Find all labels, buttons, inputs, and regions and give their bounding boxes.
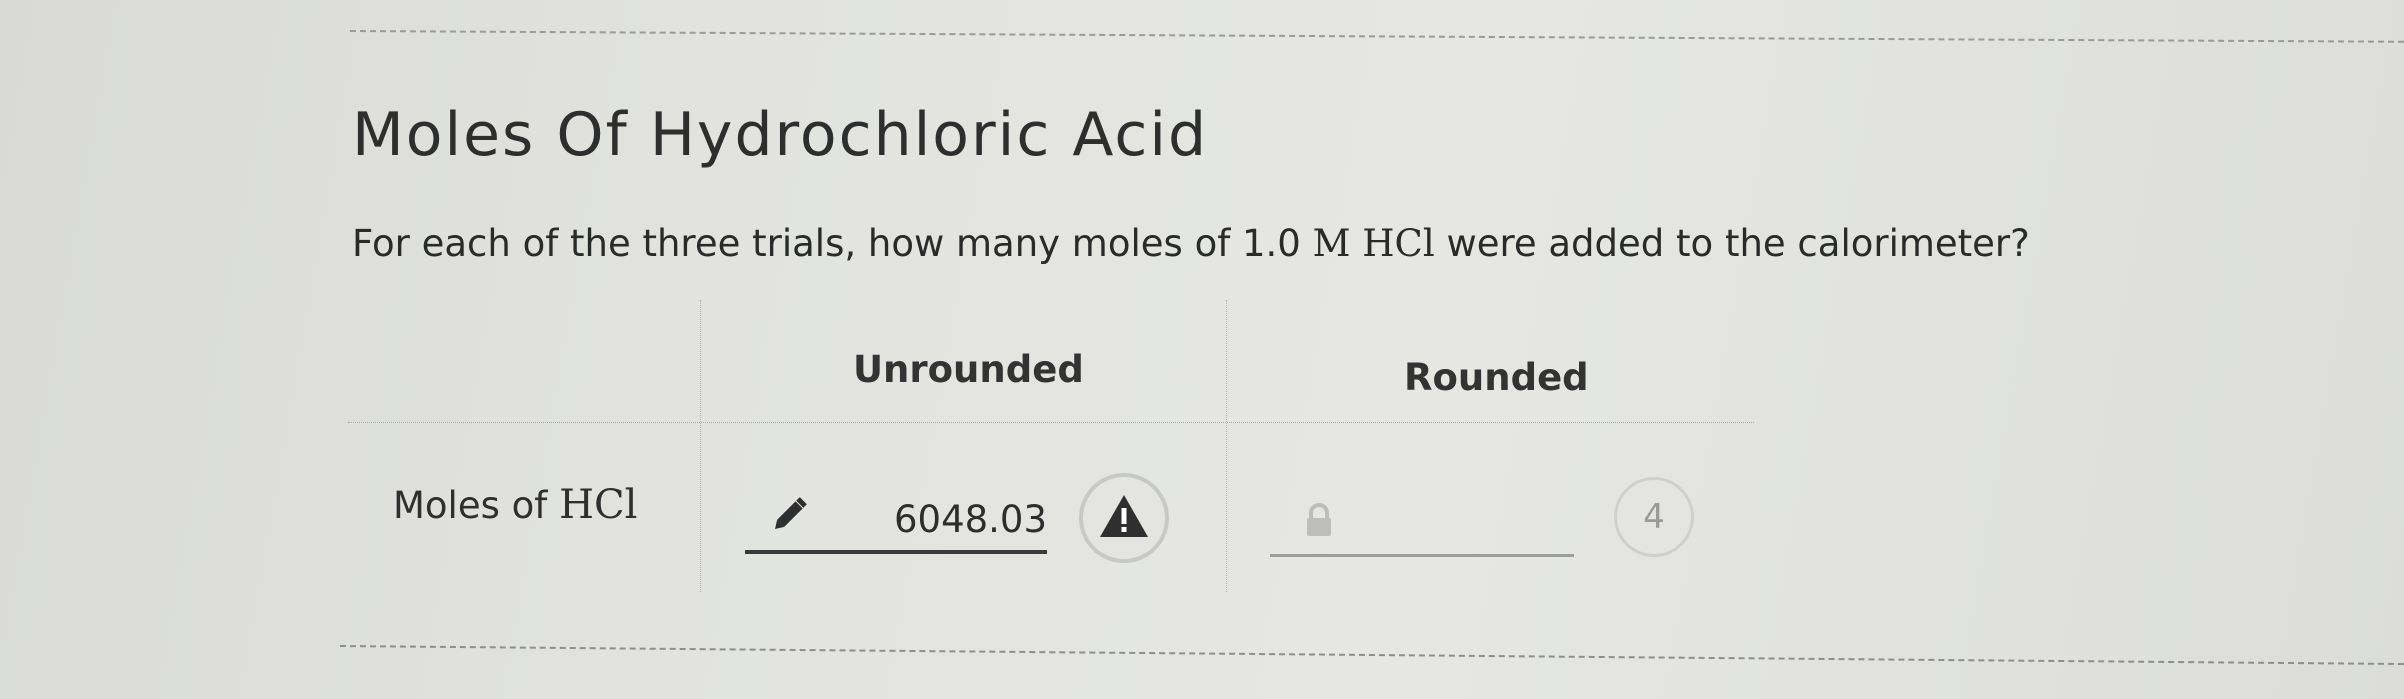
column-header-unrounded: Unrounded [853,348,1084,391]
table-column-divider [1226,300,1227,592]
table-header-divider [348,422,1754,423]
warning-status-button[interactable] [1079,473,1169,563]
question-prefix: For each of the three trials, how many m… [352,222,1231,265]
question-text: For each of the three trials, how many m… [352,222,2030,265]
attempts-remaining-badge: 4 [1614,477,1694,557]
pencil-icon [770,490,814,534]
question-unit: M HCl [1312,222,1435,265]
row-label: Moles of HCl [393,482,637,528]
bottom-divider [339,645,2404,666]
question-concentration: 1.0 [1242,222,1301,265]
lock-icon [1301,502,1337,538]
table-column-divider [700,300,701,592]
row-label-prefix: Moles of [393,484,548,527]
question-suffix: were added to the calorimeter? [1446,222,2030,265]
row-label-formula: HCl [559,482,638,528]
top-divider [349,30,2404,43]
column-header-rounded: Rounded [1404,356,1589,399]
warning-icon [1098,493,1150,543]
page-title: Moles Of Hydrochloric Acid [352,100,1209,170]
